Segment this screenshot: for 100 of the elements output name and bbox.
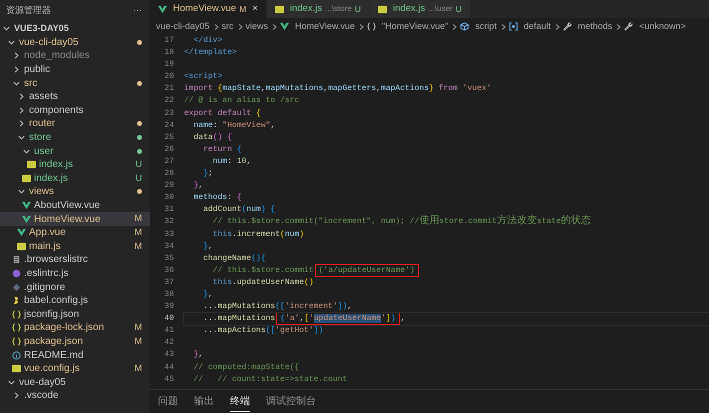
folder-item[interactable]: node_modules [24,48,142,64]
braces-icon [366,22,376,31]
breadcrumb-item[interactable]: <unknown> [639,20,686,34]
wrench-icon [562,22,572,31]
document-icon [12,255,21,264]
line-number: 25 [163,132,175,144]
breadcrumb-item[interactable]: methods [578,20,612,34]
code-line: import {mapState,mapMutations,mapGetters,mapActions} from 'vuex' [184,83,492,96]
braces-icon [12,310,21,319]
line-number: 33 [163,228,175,240]
squiggle-icon [12,296,21,306]
file-item[interactable]: AboutView.vue [34,198,142,214]
breadcrumb-item[interactable]: vue-cli-day05 [156,20,210,34]
breadcrumb-item[interactable]: src [222,20,234,34]
editor-tab[interactable]: index.js ...\store U [266,0,370,18]
line-number: 35 [163,252,175,265]
folder-item[interactable]: user [34,144,137,159]
line-number: 30 [163,192,175,204]
folder-item[interactable]: public [24,62,142,78]
breadcrumb-item[interactable]: views [246,20,268,34]
line-number: 29 [163,180,175,192]
chevron-right-icon [451,22,458,30]
breadcrumb-item[interactable]: default [524,20,551,34]
code-line: changeName(){ [202,252,267,265]
panel-tab[interactable]: 问题 [158,392,178,411]
folder-item[interactable]: src [24,76,137,91]
file-item[interactable]: jsconfig.json [24,306,142,322]
folder-item[interactable]: .vscode [24,388,142,404]
cube-icon [460,22,470,31]
file-item[interactable]: babel.config.js [24,293,142,308]
line-number: 42 [163,337,175,350]
line-number: 18 [163,47,175,60]
code-line: methods: { [192,192,243,204]
line-number: 39 [163,301,175,314]
git-status-letter: U [136,158,142,171]
editor-tab[interactable]: HomeView.vue M × [150,0,267,18]
chevron-right-icon [212,22,219,30]
line-number: 38 [163,288,175,301]
breadcrumb-item[interactable]: script [475,20,497,34]
line-number: 43 [163,349,175,362]
file-item[interactable]: package.json [24,334,134,349]
folder-item[interactable]: vue-cli-day05 [19,34,137,50]
file-item[interactable]: package-lock.json [24,320,134,336]
line-number: 20 [163,71,175,84]
line-number: 19 [163,59,175,72]
code-line: data() { [192,132,234,144]
file-item[interactable]: README.md [24,348,142,363]
vue-file-icon [280,22,290,31]
git-status-letter: M [134,240,142,253]
chevron-right-icon [615,22,622,30]
folder-item[interactable]: components [29,102,142,118]
git-status-letter: M [134,226,142,239]
folder-item[interactable]: vue-day05 [19,374,142,390]
line-number: 24 [163,120,175,132]
editor-tab[interactable]: index.js ...\user U [370,0,471,18]
line-number: 26 [163,144,175,156]
file-item[interactable]: HomeView.vue [34,212,134,227]
braces-icon [12,336,21,346]
code-line: }, [192,349,204,362]
code-line: this.updateUserName() [212,276,315,289]
more-actions-button[interactable]: ··· [133,4,142,18]
git-status-letter: U [136,172,142,185]
panel-tab[interactable]: 调试控制台 [266,392,316,411]
git-status-letter: M [134,362,142,375]
code-line: return { [202,144,243,156]
panel-tab[interactable]: 输出 [194,392,214,411]
breadcrumb-item[interactable]: HomeView.vue [295,20,355,34]
folder-item[interactable]: assets [29,89,142,104]
file-item[interactable]: .gitignore [24,280,142,295]
file-item[interactable]: index.js [34,170,136,186]
git-status-letter: M [134,334,142,348]
file-item[interactable]: vue.config.js [24,361,134,376]
git-status-letter: M [134,321,142,334]
vue-file-icon [158,4,167,14]
folder-item[interactable]: views [29,184,137,200]
code-line: // this.$store.commit ('a/updateUserName') [184,264,709,277]
explorer-title: 资源管理器 [6,4,51,18]
braces-icon [12,323,21,332]
file-item[interactable]: main.js [29,238,134,254]
panel-tab[interactable]: 终端 [230,392,250,412]
workspace-title[interactable]: VUE3-DAY05 [14,22,142,36]
line-number: 40 [163,313,175,326]
folder-item[interactable]: router [29,116,137,132]
code-line: this.increment(num) [212,228,306,240]
code-line: name: "HomeView", [192,120,276,132]
code-line: ...mapMutations ('a',['updateUserName']) , [184,313,709,326]
circle-icon [12,268,21,278]
line-number: 28 [163,168,175,180]
file-item[interactable]: .eslintrc.js [24,266,142,281]
file-item[interactable]: .browserslistrc [24,252,142,268]
breadcrumb-item[interactable]: "HomeView.vue" [382,20,448,34]
line-number: 45 [163,374,175,386]
folder-item[interactable]: store [29,130,137,146]
line-number: 36 [163,264,175,277]
code-line: }, [192,180,204,192]
file-item[interactable]: App.vue [29,225,134,240]
code-line: // this.$store.commit("increment", num); //使用store.commit方法改变state的状态 [212,216,592,228]
file-item[interactable]: index.js [39,157,136,172]
code-line: </template> [184,47,238,60]
diamond-icon [12,282,21,292]
